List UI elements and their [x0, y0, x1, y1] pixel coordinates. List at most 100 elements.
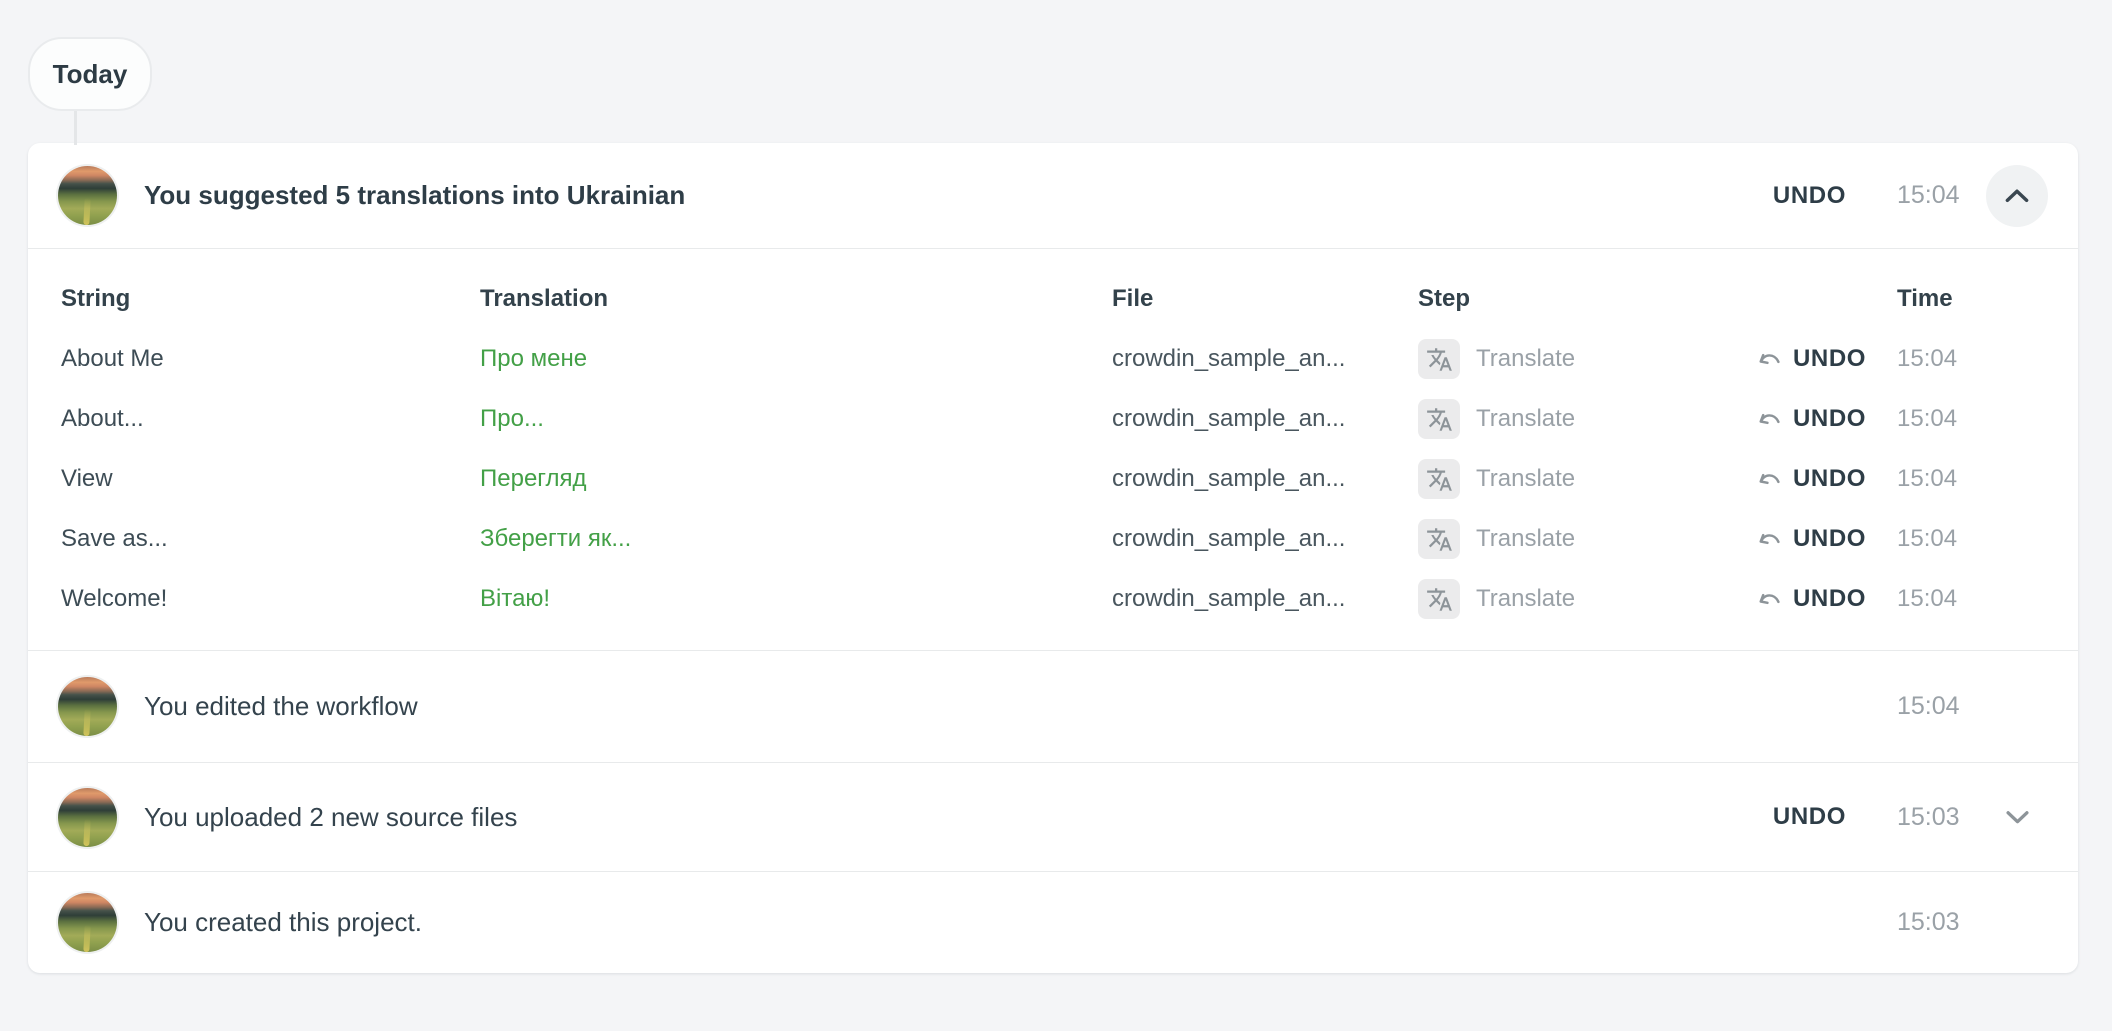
collapse-slot	[1986, 676, 2048, 738]
table-row: About... Про... crowdin_sample_an... Tra…	[28, 389, 2078, 449]
collapse-button[interactable]	[1986, 165, 2048, 227]
activity-row-suggested: You suggested 5 translations into Ukrain…	[28, 143, 2078, 248]
translate-step-icon	[1418, 459, 1460, 499]
string-cell: View	[61, 465, 480, 493]
translate-step-icon	[1418, 339, 1460, 379]
user-avatar	[58, 893, 117, 952]
undo-label: UNDO	[1793, 525, 1866, 553]
file-cell: crowdin_sample_an...	[1112, 405, 1418, 433]
activity-title: You suggested 5 translations into Ukrain…	[144, 180, 685, 211]
step-cell: Translate	[1418, 459, 1756, 499]
string-cell: Save as...	[61, 525, 480, 553]
activity-feed-page: Today You suggested 5 translations into …	[0, 0, 2112, 1031]
step-cell: Translate	[1418, 399, 1756, 439]
undo-arrow-icon	[1756, 589, 1784, 610]
column-header-file: File	[1112, 285, 1418, 313]
translations-table: String Translation File Step Time About …	[28, 249, 2078, 650]
step-label: Translate	[1476, 525, 1575, 553]
row-undo-button[interactable]: UNDO	[1756, 585, 1897, 613]
undo-label: UNDO	[1793, 465, 1866, 493]
undo-arrow-icon	[1756, 529, 1784, 550]
time-cell: 15:04	[1897, 405, 2058, 433]
row-undo-button[interactable]: UNDO	[1756, 405, 1897, 433]
activity-time: 15:04	[1897, 692, 1986, 721]
activity-title: You edited the workflow	[144, 691, 418, 722]
row-undo-button[interactable]: UNDO	[1756, 345, 1897, 373]
undo-arrow-icon	[1756, 409, 1784, 430]
column-header-step: Step	[1418, 285, 1756, 313]
translation-cell: Зберегти як...	[480, 525, 1112, 553]
table-row: About Me Про мене crowdin_sample_an... T…	[28, 329, 2078, 389]
activity-row-uploaded: You uploaded 2 new source files UNDO 15:…	[28, 763, 2078, 871]
translation-cell: Про...	[480, 405, 1112, 433]
file-cell: crowdin_sample_an...	[1112, 465, 1418, 493]
activity-time: 15:03	[1897, 908, 1986, 937]
timeline-connector	[74, 109, 77, 145]
undo-button[interactable]: UNDO	[1773, 803, 1846, 831]
translation-cell: Перегляд	[480, 465, 1112, 493]
table-row: Save as... Зберегти як... crowdin_sample…	[28, 509, 2078, 569]
activity-title: You created this project.	[144, 907, 422, 938]
expand-slot	[1986, 786, 2048, 848]
translate-step-icon	[1418, 399, 1460, 439]
undo-arrow-icon	[1756, 349, 1784, 370]
file-cell: crowdin_sample_an...	[1112, 345, 1418, 373]
translation-cell: Вітаю!	[480, 585, 1112, 613]
undo-label: UNDO	[1793, 585, 1866, 613]
expand-button[interactable]	[2005, 810, 2030, 825]
user-avatar	[58, 788, 117, 847]
time-cell: 15:04	[1897, 525, 2058, 553]
translate-step-icon	[1418, 579, 1460, 619]
activity-row-main: You uploaded 2 new source files	[58, 788, 1773, 847]
activity-row-main: You edited the workflow	[58, 677, 1897, 736]
activity-time: 15:03	[1897, 803, 1986, 832]
activity-time: 15:04	[1897, 181, 1986, 210]
chevron-down-icon	[2005, 810, 2030, 825]
activity-row-actions: UNDO 15:03	[1773, 786, 2048, 848]
row-undo-button[interactable]: UNDO	[1756, 465, 1897, 493]
row-undo-button[interactable]: UNDO	[1756, 525, 1897, 553]
file-cell: crowdin_sample_an...	[1112, 525, 1418, 553]
activity-title: You uploaded 2 new source files	[144, 802, 517, 833]
translate-step-icon	[1418, 519, 1460, 559]
step-label: Translate	[1476, 465, 1575, 493]
time-cell: 15:04	[1897, 465, 2058, 493]
collapse-slot	[1986, 165, 2048, 227]
column-header-time: Time	[1897, 285, 2058, 313]
step-cell: Translate	[1418, 519, 1756, 559]
time-cell: 15:04	[1897, 585, 2058, 613]
activity-row-main: You suggested 5 translations into Ukrain…	[58, 166, 1773, 225]
string-cell: About Me	[61, 345, 480, 373]
string-cell: Welcome!	[61, 585, 480, 613]
activity-card: You suggested 5 translations into Ukrain…	[28, 143, 2078, 973]
step-label: Translate	[1476, 585, 1575, 613]
activity-row-actions: 15:03	[1897, 892, 2048, 954]
step-label: Translate	[1476, 345, 1575, 373]
column-header-string: String	[61, 285, 480, 313]
undo-arrow-icon	[1756, 469, 1784, 490]
file-cell: crowdin_sample_an...	[1112, 585, 1418, 613]
step-cell: Translate	[1418, 579, 1756, 619]
collapse-slot	[1986, 892, 2048, 954]
activity-row-actions: 15:04	[1897, 676, 2048, 738]
table-header-row: String Translation File Step Time	[28, 269, 2078, 329]
table-row: View Перегляд crowdin_sample_an... Trans…	[28, 449, 2078, 509]
undo-button[interactable]: UNDO	[1773, 182, 1846, 210]
time-cell: 15:04	[1897, 345, 2058, 373]
activity-row-main: You created this project.	[58, 893, 1897, 952]
activity-row-edited: You edited the workflow 15:04	[28, 651, 2078, 762]
translation-cell: Про мене	[480, 345, 1112, 373]
step-cell: Translate	[1418, 339, 1756, 379]
user-avatar	[58, 677, 117, 736]
column-header-translation: Translation	[480, 285, 1112, 313]
undo-label: UNDO	[1793, 405, 1866, 433]
date-group-label: Today	[53, 59, 128, 90]
activity-row-created: You created this project. 15:03	[28, 872, 2078, 973]
table-row: Welcome! Вітаю! crowdin_sample_an... Tra…	[28, 569, 2078, 629]
chevron-up-icon	[2004, 188, 2030, 203]
activity-row-actions: UNDO 15:04	[1773, 165, 2048, 227]
string-cell: About...	[61, 405, 480, 433]
undo-label: UNDO	[1793, 345, 1866, 373]
step-label: Translate	[1476, 405, 1575, 433]
user-avatar	[58, 166, 117, 225]
